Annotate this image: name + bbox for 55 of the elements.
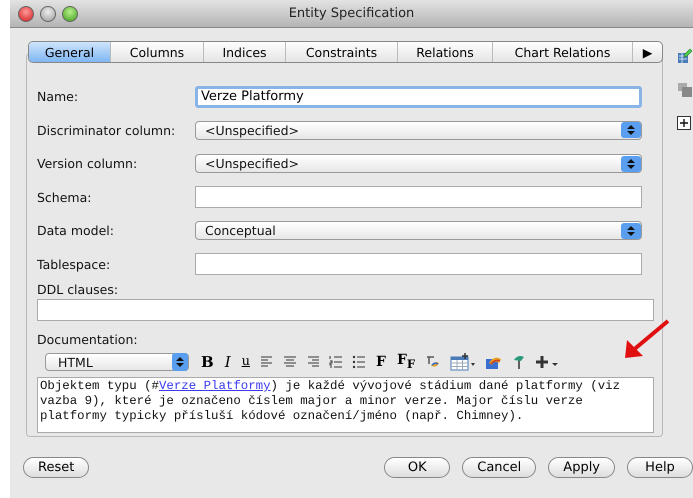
font-size-button[interactable]: F$_{F}$ [396,351,416,373]
tab[interactable]: Relations [398,42,493,62]
format-dropdown[interactable]: HTML [45,353,189,371]
annotation-arrow [623,318,671,360]
field-label: Documentation: [37,332,139,347]
expand-icon[interactable] [677,116,691,130]
tab[interactable]: General [29,42,111,62]
tab[interactable]: Indices [204,42,286,62]
dialog-button[interactable]: Cancel [462,457,536,478]
numbered-list-icon[interactable] [329,355,343,369]
underline-button[interactable]: u [240,353,251,371]
align-icon[interactable] [260,356,274,368]
plus-icon[interactable] [535,354,560,370]
align-icon[interactable] [283,356,297,368]
dialog-button[interactable]: Apply [548,457,615,478]
dropdown[interactable]: <Unspecified> [195,120,642,140]
tab-scroll-button[interactable]: ▶ [633,42,662,62]
align-icon[interactable] [306,356,320,368]
italic-button[interactable]: I [224,353,232,371]
font-button[interactable]: F [375,353,387,371]
stepper-icon [621,222,641,239]
tab[interactable]: Chart Relations [493,42,633,62]
field-label: Data model: [37,223,115,238]
stepper-icon [172,353,188,371]
tab[interactable]: Constraints [286,42,398,62]
dialog-button[interactable]: Help [627,457,693,478]
entity-edit-icon[interactable] [677,48,693,64]
dialog-button[interactable]: OK [384,457,450,478]
dropdown[interactable]: Conceptual [195,221,642,240]
tab[interactable]: Columns [111,42,204,62]
dropdown[interactable]: <Unspecified> [195,154,642,174]
stepper-icon [621,156,641,172]
dialog-button[interactable]: Reset [23,457,90,478]
field-label: Discriminator column: [37,122,176,138]
stepper-icon [621,122,641,138]
pin-icon[interactable] [512,354,526,370]
input-field[interactable]: Verze Platformy [195,86,642,108]
bold-button[interactable]: B [200,353,215,371]
ddl-field[interactable] [37,299,654,321]
field-label: Name: [37,89,80,104]
minimize-button[interactable] [40,6,56,22]
entity-link[interactable]: Verze Platformy [158,379,271,393]
zoom-button[interactable] [62,6,78,22]
field-label: DDL clauses: [37,282,120,297]
field-label: Version column: [37,156,138,172]
input-field[interactable] [195,186,642,208]
field-label: Tablespace: [37,256,112,272]
field-label: Schema: [37,190,92,205]
table-icon[interactable] [450,353,476,371]
bullet-list-icon[interactable] [352,355,366,369]
close-button[interactable] [18,6,34,22]
window-title: Entity Specification [288,6,414,21]
entity-remove-icon[interactable] [677,82,693,98]
input-field[interactable] [195,253,642,276]
documentation-text[interactable]: Objektem typu (#Verze Platformy) je každé vývojové stádium dané platformy (viz vazba 9), které je označeno číslem major a minor verze. Major číslu verze platformy typicky přísluší kódové označení/jméno (např. Chimney). [37,377,654,433]
